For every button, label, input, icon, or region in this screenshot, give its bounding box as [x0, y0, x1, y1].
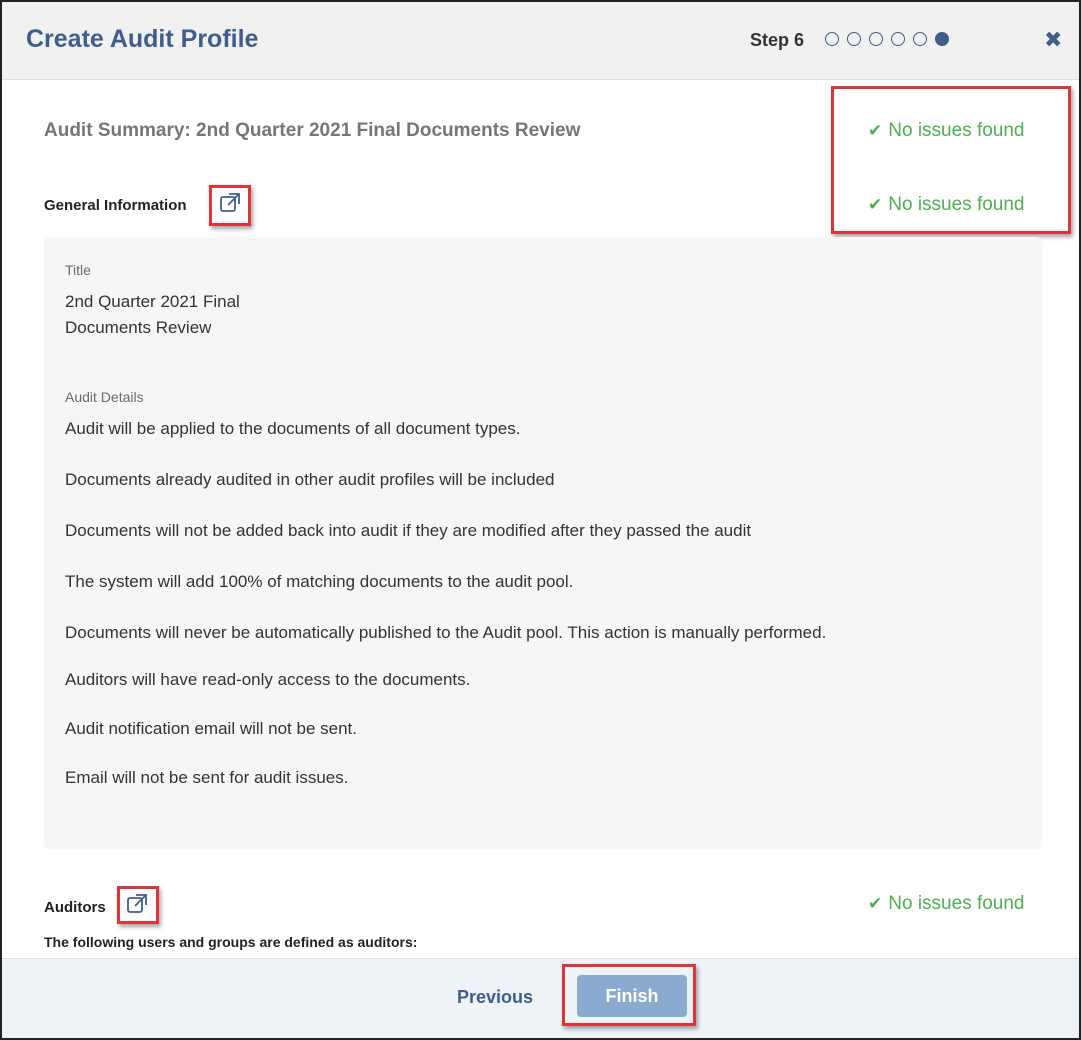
previous-button[interactable]: Previous: [457, 987, 533, 1008]
general-info-status: ✔ No issues found: [868, 194, 1025, 216]
audit-summary-title: Audit Summary: 2nd Quarter 2021 Final Do…: [44, 120, 581, 141]
general-information-label: General Information: [44, 197, 187, 214]
title-field-label: Title: [65, 262, 91, 278]
dialog-title: Create Audit Profile: [26, 25, 259, 53]
auditors-status-text: No issues found: [888, 893, 1025, 914]
close-icon[interactable]: ✖: [1044, 29, 1062, 51]
general-info-status-text: No issues found: [888, 194, 1025, 215]
step-dot-4: [891, 32, 905, 46]
audit-detail-item: Documents already audited in other audit…: [65, 470, 555, 489]
auditors-subtitle: The following users and groups are defin…: [44, 934, 418, 950]
finish-button-highlight: [562, 964, 696, 1026]
dialog-footer: Previous Finish: [2, 958, 1079, 1038]
step-dot-2: [847, 32, 861, 46]
step-dot-3: [869, 32, 883, 46]
step-dot-6-current: [935, 32, 949, 46]
title-value-line2: Documents Review: [65, 318, 212, 337]
audit-detail-item: Documents will not be added back into au…: [65, 521, 752, 540]
dialog-header: Create Audit Profile Step 6 ✖: [2, 2, 1079, 80]
audit-detail-item: The system will add 100% of matching doc…: [65, 572, 574, 591]
step-dot-1: [825, 32, 839, 46]
audit-detail-item: Auditors will have read-only access to t…: [65, 670, 471, 689]
auditors-status: ✔ No issues found: [868, 893, 1025, 915]
audit-detail-item: Audit will be applied to the documents o…: [65, 419, 521, 438]
general-info-link-highlight: [209, 185, 251, 226]
audit-details-label: Audit Details: [65, 389, 144, 405]
audit-detail-item: Documents will never be automatically pu…: [65, 623, 827, 642]
step-dot-5: [913, 32, 927, 46]
create-audit-profile-dialog: Create Audit Profile Step 6 ✖ Audit Summ…: [0, 0, 1081, 1040]
check-icon: ✔: [868, 195, 883, 214]
title-value-line1: 2nd Quarter 2021 Final: [65, 292, 240, 311]
audit-detail-item: Email will not be sent for audit issues.: [65, 768, 349, 787]
auditors-label: Auditors: [44, 899, 106, 916]
audit-detail-item: Audit notification email will not be sen…: [65, 719, 357, 738]
check-icon: ✔: [868, 894, 883, 913]
step-label: Step 6: [750, 30, 805, 50]
auditors-link-highlight: [117, 886, 159, 924]
step-indicator: [825, 32, 949, 46]
